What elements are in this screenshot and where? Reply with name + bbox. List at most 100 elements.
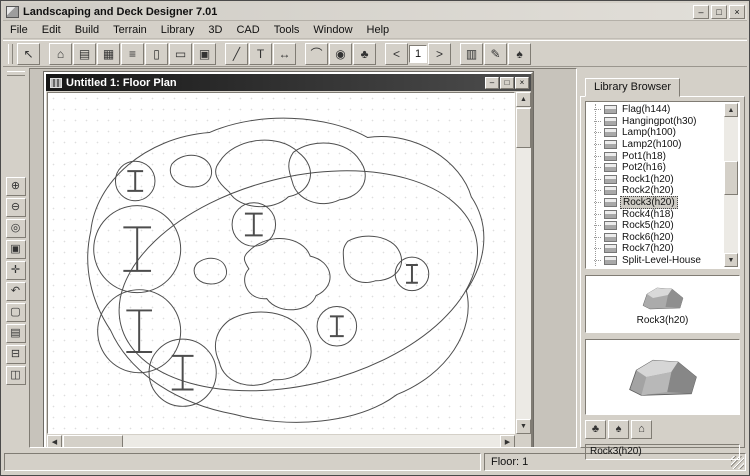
close-button[interactable]: ×: [729, 5, 745, 19]
pan-window-button[interactable]: ✛: [6, 261, 26, 280]
dimension-tool[interactable]: ↔: [273, 43, 296, 65]
plant-library-button[interactable]: ♣: [585, 420, 606, 439]
horizontal-scroll-thumb[interactable]: [63, 435, 123, 448]
title-bar[interactable]: Landscaping and Deck Designer 7.01 – □ ×: [3, 3, 747, 21]
library-item[interactable]: Rock5(h20): [588, 220, 723, 232]
scroll-up-button[interactable]: ▲: [516, 92, 531, 107]
library-item[interactable]: Lamp(h100): [588, 127, 723, 139]
zoom-out-button[interactable]: ⊖: [6, 198, 26, 217]
tree-library-button[interactable]: ♠: [608, 420, 629, 439]
side-toolbar-grip[interactable]: [7, 71, 25, 76]
open-plan-button[interactable]: ▤: [6, 324, 26, 343]
menu-bar: File Edit Build Terrain Library 3D CAD T…: [3, 22, 747, 39]
library-item-selected[interactable]: Rock3(h20): [588, 197, 723, 209]
scrollbar-corner: [516, 435, 531, 448]
vertical-scroll-thumb[interactable]: [516, 108, 531, 148]
library-item[interactable]: Rock2(h20): [588, 185, 723, 197]
library-item-icon: [604, 105, 617, 114]
library-item-icon: [604, 198, 617, 207]
library-item[interactable]: Flag(h144): [588, 104, 723, 116]
document-horizontal-scrollbar[interactable]: ◀ ▶: [47, 435, 515, 448]
fill-window-button[interactable]: ▣: [6, 240, 26, 259]
wall-tool[interactable]: ▤: [73, 43, 96, 65]
ruler-tool[interactable]: ╱: [225, 43, 248, 65]
structure-library-button[interactable]: ⌂: [631, 420, 652, 439]
menu-file[interactable]: File: [3, 22, 35, 38]
library-item[interactable]: Rock4(h18): [588, 208, 723, 220]
document-restore-button[interactable]: □: [500, 77, 514, 89]
document-minimize-button[interactable]: –: [485, 77, 499, 89]
menu-help[interactable]: Help: [360, 22, 397, 38]
library-item[interactable]: Pot2(h16): [588, 162, 723, 174]
tab-library-browser[interactable]: Library Browser: [585, 78, 680, 97]
toolbar-grip[interactable]: [8, 44, 13, 64]
menu-cad[interactable]: CAD: [229, 22, 266, 38]
scroll-left-button[interactable]: ◀: [47, 435, 62, 448]
sun-tool[interactable]: ◉: [329, 43, 352, 65]
library-item[interactable]: Lamp2(h100): [588, 139, 723, 151]
build-object-tool[interactable]: ⌂: [49, 43, 72, 65]
library-object-preview[interactable]: [585, 339, 740, 415]
zoom-window-button[interactable]: ◎: [6, 219, 26, 238]
select-tool[interactable]: ↖: [17, 43, 40, 65]
zoom-in-button[interactable]: ⊕: [6, 177, 26, 196]
stairs-tool[interactable]: ≡: [121, 43, 144, 65]
library-item[interactable]: Rock1(h20): [588, 174, 723, 186]
library-item[interactable]: Split-Level-House: [588, 255, 723, 267]
roof-tool[interactable]: ⌒: [305, 43, 328, 65]
tree-scroll-up-button[interactable]: ▲: [724, 103, 738, 117]
deck-tool[interactable]: ▦: [97, 43, 120, 65]
tree-scroll-down-button[interactable]: ▼: [724, 253, 738, 267]
floor-indicator: 1: [409, 45, 427, 63]
library-item-icon: [604, 117, 617, 126]
new-plan-button[interactable]: ▢: [6, 303, 26, 322]
rock-shape: [194, 258, 226, 284]
floor-label: Floor: 1: [491, 456, 528, 468]
scroll-right-button[interactable]: ▶: [500, 435, 515, 448]
draw-tool[interactable]: ✎: [484, 43, 507, 65]
library-item[interactable]: Rock7(h20): [588, 243, 723, 255]
previous-view-button[interactable]: ↶: [6, 282, 26, 301]
plant-tool[interactable]: ♣: [353, 43, 376, 65]
minimize-button[interactable]: –: [693, 5, 709, 19]
door-tool[interactable]: ▯: [145, 43, 168, 65]
previous-floor-button[interactable]: <: [385, 43, 408, 65]
rock-preview-image: [621, 352, 705, 402]
library-selection-preview[interactable]: Rock3(h20): [585, 275, 740, 333]
menu-window[interactable]: Window: [306, 22, 359, 38]
workspace: Untitled 1: Floor Plan – □ ×: [29, 68, 577, 448]
floor-plan-drawing: [48, 93, 514, 433]
shrub-tool[interactable]: ♠: [508, 43, 531, 65]
library-item[interactable]: Hangingpot(h30): [588, 116, 723, 128]
next-floor-button[interactable]: >: [428, 43, 451, 65]
library-item-icon: [604, 256, 617, 265]
main-toolbar: ↖ ⌂ ▤ ▦ ≡ ▯ ▭ ▣ ╱ T ↔ ⌒ ◉ ♣ < 1 > ▥ ✎ ♠: [3, 40, 747, 67]
menu-edit[interactable]: Edit: [35, 22, 68, 38]
menu-tools[interactable]: Tools: [267, 22, 307, 38]
floor-plan-canvas[interactable]: [47, 92, 515, 434]
document-close-button[interactable]: ×: [515, 77, 529, 89]
floor-plan-window: Untitled 1: Floor Plan – □ ×: [44, 72, 533, 448]
rock-shape: [289, 143, 365, 204]
menu-build[interactable]: Build: [68, 22, 106, 38]
print-button[interactable]: ⊟: [6, 345, 26, 364]
library-tree-scrollbar[interactable]: ▲ ▼: [724, 103, 738, 267]
menu-3d[interactable]: 3D: [201, 22, 229, 38]
maximize-button[interactable]: □: [711, 5, 727, 19]
document-vertical-scrollbar[interactable]: ▲ ▼: [516, 92, 531, 434]
document-title-bar[interactable]: Untitled 1: Floor Plan – □ ×: [46, 74, 531, 91]
library-item-icon: [604, 221, 617, 230]
menu-terrain[interactable]: Terrain: [106, 22, 154, 38]
library-item[interactable]: Rock6(h20): [588, 232, 723, 244]
text-tool[interactable]: T: [249, 43, 272, 65]
window-tool[interactable]: ▭: [169, 43, 192, 65]
fence-tool[interactable]: ▥: [460, 43, 483, 65]
tree-scroll-thumb[interactable]: [724, 161, 738, 195]
library-panel: Library Browser Flag(h144) Hangingpot(h3…: [578, 68, 747, 448]
library-browser-box: Flag(h144) Hangingpot(h30) Lamp(h100) La…: [580, 96, 745, 448]
scroll-down-button[interactable]: ▼: [516, 419, 531, 434]
menu-library[interactable]: Library: [154, 22, 202, 38]
library-item[interactable]: Pot1(h18): [588, 150, 723, 162]
cabinet-tool[interactable]: ▣: [193, 43, 216, 65]
save-button[interactable]: ◫: [6, 366, 26, 385]
